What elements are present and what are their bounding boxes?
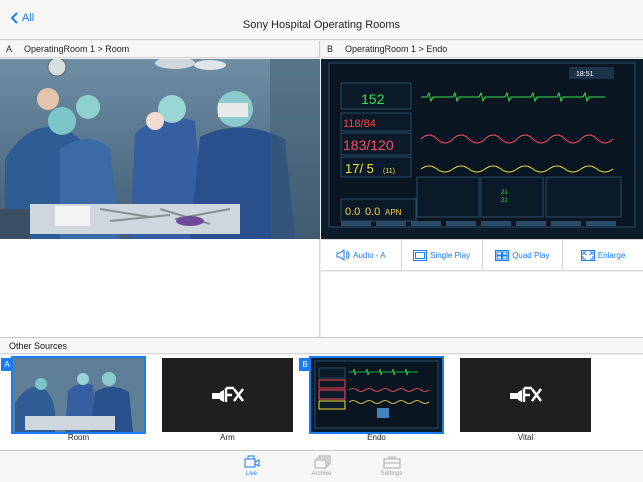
tab-settings[interactable]: Settings — [357, 451, 427, 482]
operating-room-scene — [0, 59, 320, 239]
no-signal-icon — [460, 358, 591, 432]
settings-toolbox-icon — [383, 456, 400, 469]
playback-controls: Audio - A Single Play Quad Play Enlarge — [321, 239, 643, 271]
source-room-label: Room — [67, 433, 90, 442]
tab-archive-label: Archive — [311, 471, 332, 477]
endo-thumbnail-image — [311, 358, 442, 432]
no-signal-icon — [162, 358, 293, 432]
video-endo-feed[interactable]: 18:51 152 118/84 183/120 17/ 5 (11) 0.0 … — [321, 59, 643, 239]
monitor-spo2-b: 21 — [501, 198, 508, 204]
source-room-badge: A — [1, 358, 13, 371]
panel-b-header: B OperatingRoom 1 > Endo — [321, 41, 643, 58]
monitor-hr: 152 — [361, 91, 385, 107]
single-play-label: Single Play — [430, 250, 471, 260]
panel-a-header: A OperatingRoom 1 > Room — [0, 41, 320, 58]
other-sources-header: Other Sources — [0, 337, 643, 354]
tab-live[interactable]: Live — [217, 451, 287, 482]
source-thumb-vital[interactable] — [460, 358, 591, 432]
monitor-abp: 183/120 — [343, 137, 394, 153]
source-endo-badge: B — [299, 358, 311, 371]
source-thumb-endo[interactable] — [309, 356, 444, 434]
monitor-spo2-a: 21 — [501, 190, 508, 196]
monitor-pap-mean: (11) — [383, 168, 395, 175]
source-endo-label: Endo — [367, 433, 386, 442]
other-sources-strip: A Room Arm B Endo Vital — [0, 355, 643, 451]
video-room-feed[interactable] — [0, 59, 320, 239]
monitor-pap: 17/ 5 — [345, 161, 374, 176]
monitor-mode: APN — [385, 208, 402, 217]
quad-play-button[interactable]: Quad Play — [483, 240, 564, 270]
live-camera-icon — [244, 455, 259, 468]
monitor-temp-b: 0.0 — [365, 206, 380, 218]
navigation-bar: All Sony Hospital Operating Rooms — [0, 0, 643, 40]
tab-live-label: Live — [245, 471, 257, 477]
audio-button[interactable]: Audio - A — [321, 240, 402, 270]
panel-a-slot: A — [6, 44, 13, 54]
monitor-temp-a: 0.0 — [345, 206, 360, 218]
source-thumb-room[interactable] — [11, 356, 146, 434]
monitor-nibp: 118/84 — [343, 118, 376, 130]
tab-archive[interactable]: Archive — [287, 451, 357, 482]
source-vital-label: Vital — [517, 433, 534, 442]
page-title: Sony Hospital Operating Rooms — [242, 19, 401, 31]
source-arm-label: Arm — [220, 433, 235, 442]
room-thumbnail-image — [13, 358, 144, 432]
monitor-clock: 18:51 — [576, 71, 594, 78]
vital-monitor-screen: 18:51 152 118/84 183/120 17/ 5 (11) 0.0 … — [321, 59, 643, 239]
speaker-icon — [336, 249, 350, 261]
single-screen-icon — [413, 249, 428, 261]
single-play-button[interactable]: Single Play — [402, 240, 483, 270]
panel-b-empty-area — [321, 272, 643, 337]
source-thumb-arm[interactable] — [162, 358, 293, 432]
panel-b-path: OperatingRoom 1 > Endo — [345, 44, 448, 54]
enlarge-button[interactable]: Enlarge — [563, 240, 643, 270]
tab-settings-label: Settings — [380, 471, 403, 477]
panel-a-path: OperatingRoom 1 > Room — [24, 44, 130, 54]
other-sources-title: Other Sources — [9, 340, 68, 351]
audio-label: Audio - A — [353, 250, 386, 260]
tab-bar: Live Archive Settings — [0, 450, 643, 482]
enlarge-icon — [580, 249, 595, 261]
panel-b-slot: B — [327, 44, 334, 54]
quad-play-label: Quad Play — [512, 250, 550, 260]
enlarge-label: Enlarge — [597, 250, 626, 260]
quad-screen-icon — [495, 249, 510, 261]
archive-icon — [314, 455, 330, 469]
panel-a-empty-area — [0, 239, 320, 337]
app-root: All Sony Hospital Operating Rooms A Oper… — [0, 0, 643, 482]
